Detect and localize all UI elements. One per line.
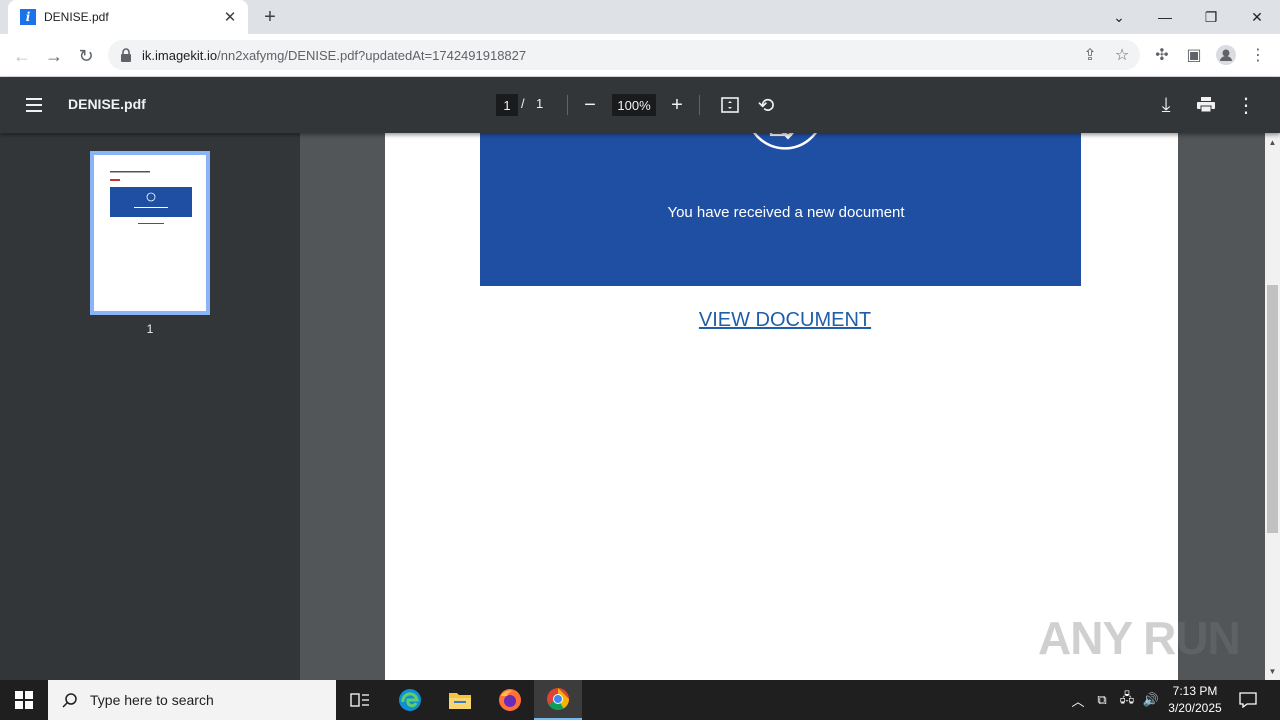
pdf-file-name: DENISE.pdf — [68, 96, 146, 112]
bookmark-star-icon[interactable]: ☆ — [1108, 41, 1136, 69]
extensions-icon[interactable]: ✣ — [1148, 41, 1176, 69]
zoom-out-icon[interactable]: − — [578, 93, 602, 117]
page-thumbnail[interactable] — [90, 151, 210, 315]
imagekit-favicon-icon: i — [20, 9, 36, 25]
lock-icon — [121, 48, 131, 62]
restore-icon[interactable]: ❐ — [1188, 0, 1234, 34]
browser-menu-icon[interactable]: ⋮ — [1244, 41, 1272, 69]
url-text: ik.imagekit.io/nn2xafymg/DENISE.pdf?upda… — [142, 47, 527, 63]
clock-date: 3/20/2025 — [1168, 701, 1222, 715]
side-panel-icon[interactable]: ▣ — [1180, 41, 1208, 69]
show-hidden-icons-icon[interactable]: ︿ — [1068, 680, 1088, 720]
windows-taskbar: Type here to search ︿ ⧉ 🖧 🔊 7:13 PM 3/20… — [0, 680, 1280, 720]
browser-tab[interactable]: i DENISE.pdf ✕ — [8, 0, 248, 34]
chrome-icon[interactable] — [534, 680, 582, 720]
reload-icon[interactable]: ↻ — [72, 42, 100, 70]
toolbar-divider — [699, 95, 700, 115]
navigation-bar: ← → ↻ ik.imagekit.io/nn2xafymg/DENISE.pd… — [0, 34, 1280, 77]
pdf-toolbar: DENISE.pdf 1 / 1 − 100% + ⟲ ⤓ ⋮ — [0, 77, 1280, 133]
zoom-in-icon[interactable]: + — [665, 93, 689, 117]
thumbnail-sidebar: 1 — [0, 133, 300, 680]
file-explorer-icon[interactable] — [436, 680, 484, 720]
print-icon[interactable] — [1194, 93, 1218, 117]
firefox-icon[interactable] — [486, 680, 534, 720]
back-icon[interactable]: ← — [8, 42, 36, 70]
more-actions-icon[interactable]: ⋮ — [1234, 93, 1258, 117]
anyrun-watermark: ANY RUN — [1038, 612, 1241, 664]
forward-icon[interactable]: → — [40, 42, 68, 70]
toolbar-divider — [567, 95, 568, 115]
share-icon[interactable]: ⇪ — [1076, 41, 1104, 69]
search-icon — [62, 693, 77, 708]
close-tab-icon[interactable]: ✕ — [218, 5, 242, 29]
thumbnail-page-number: 1 — [146, 322, 154, 336]
network-icon[interactable]: 🖧 — [1116, 680, 1138, 720]
scroll-up-icon[interactable]: ▲ — [1265, 135, 1280, 149]
page-number-input[interactable]: 1 — [496, 94, 518, 116]
profile-avatar-icon[interactable] — [1212, 41, 1240, 69]
zoom-input[interactable]: 100% — [612, 94, 656, 116]
tab-strip: i DENISE.pdf ✕ + ⌄ — ❐ ✕ — [0, 0, 1280, 34]
fit-page-icon[interactable] — [718, 93, 742, 117]
download-icon[interactable]: ⤓ — [1154, 93, 1178, 117]
task-view-icon[interactable] — [336, 680, 384, 720]
pdf-viewer[interactable]: You have received a new document VIEW DO… — [300, 133, 1280, 680]
minimize-icon[interactable]: — — [1142, 0, 1188, 34]
system-clock[interactable]: 7:13 PM 3/20/2025 — [1160, 683, 1230, 717]
banner-message: You have received a new document — [667, 204, 905, 221]
page-separator: / — [521, 96, 525, 111]
thumbnail-preview — [96, 157, 204, 309]
view-document-link[interactable]: VIEW DOCUMENT — [385, 309, 1185, 332]
pdf-page: You have received a new document VIEW DO… — [385, 133, 1178, 680]
device-icon[interactable]: ⧉ — [1092, 680, 1112, 720]
scrollbar-thumb[interactable] — [1267, 285, 1278, 533]
clock-time: 7:13 PM — [1172, 684, 1218, 698]
search-placeholder: Type here to search — [90, 692, 214, 708]
document-banner: You have received a new document — [480, 133, 1081, 286]
total-pages: 1 — [536, 96, 544, 111]
volume-icon[interactable]: 🔊 — [1140, 680, 1162, 720]
windows-start-icon[interactable] — [0, 680, 48, 720]
tab-search-icon[interactable]: ⌄ — [1096, 0, 1142, 34]
rotate-icon[interactable]: ⟲ — [754, 93, 778, 117]
vertical-scrollbar[interactable]: ▲ ▼ — [1265, 133, 1280, 680]
new-tab-icon[interactable]: + — [258, 5, 282, 29]
close-window-icon[interactable]: ✕ — [1234, 0, 1280, 34]
taskbar-search-box[interactable]: Type here to search — [48, 680, 336, 720]
notifications-icon[interactable] — [1236, 680, 1260, 720]
scroll-down-icon[interactable]: ▼ — [1265, 664, 1280, 678]
sidebar-menu-icon[interactable] — [20, 95, 48, 115]
address-bar[interactable]: ik.imagekit.io/nn2xafymg/DENISE.pdf?upda… — [108, 40, 1140, 70]
tab-title: DENISE.pdf — [44, 10, 109, 24]
edge-browser-icon[interactable] — [386, 680, 434, 720]
document-check-icon — [752, 133, 818, 150]
